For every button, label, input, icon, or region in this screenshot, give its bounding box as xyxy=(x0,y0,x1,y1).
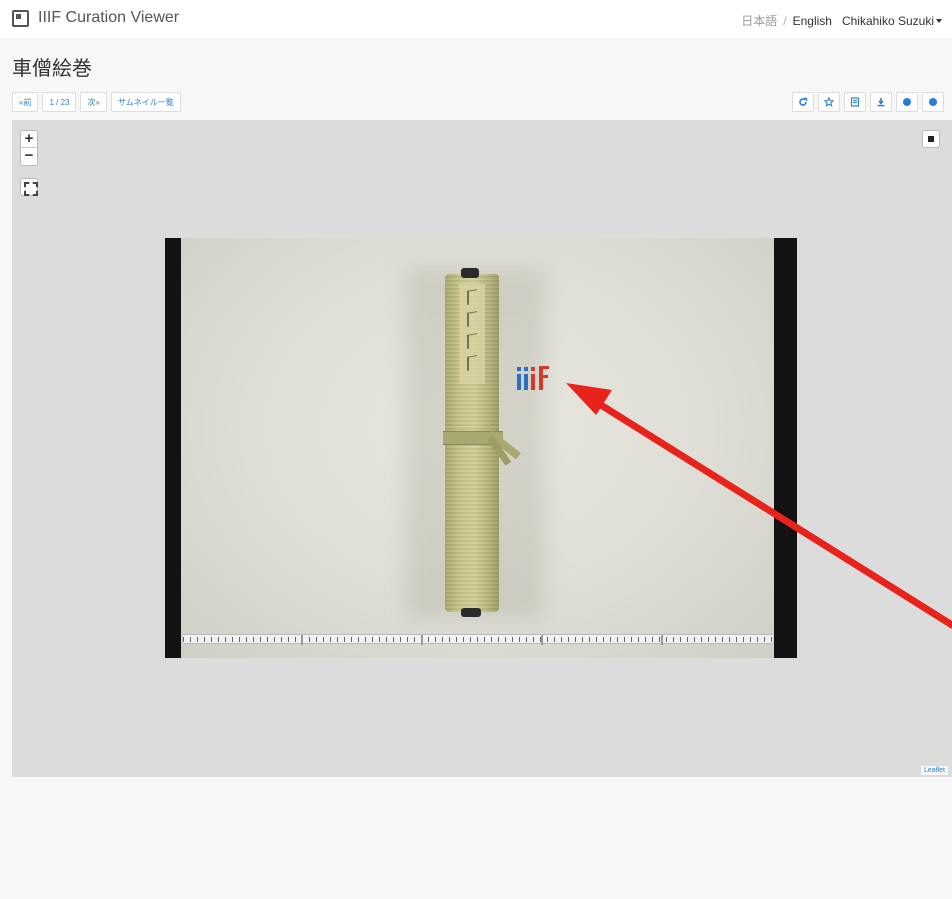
leaflet-attribution-link[interactable]: Leaflet xyxy=(920,766,948,775)
lang-english-link[interactable]: English xyxy=(793,14,832,28)
download-icon xyxy=(877,98,885,107)
measuring-ruler xyxy=(183,634,773,645)
page-title: 車僧絵巻 xyxy=(12,56,92,80)
lang-separator: / xyxy=(783,13,787,28)
stop-button[interactable] xyxy=(922,130,940,148)
list-icon xyxy=(850,97,860,107)
user-menu[interactable]: Chikahiko Suzuki xyxy=(842,14,942,28)
page-counter[interactable]: 1 / 23 xyxy=(42,92,77,112)
page-navigation: «前 1 / 23 次» サムネイル一覧 xyxy=(12,92,181,112)
image-viewer[interactable]: + − Leaflet xyxy=(12,120,952,777)
info-button[interactable] xyxy=(896,92,918,112)
star-icon xyxy=(824,97,834,107)
rotate-icon xyxy=(799,97,808,106)
info-icon xyxy=(903,98,911,106)
download-button[interactable] xyxy=(870,92,892,112)
list-button[interactable] xyxy=(844,92,866,112)
language-switcher: 日本語 / English Chikahiko Suzuki xyxy=(741,12,942,29)
zoom-out-button[interactable]: − xyxy=(21,148,37,165)
brand-link[interactable]: IIIF Curation Viewer xyxy=(12,9,179,27)
caret-down-icon xyxy=(936,19,942,24)
next-page-button[interactable]: 次» xyxy=(80,92,107,112)
scroll-title-label xyxy=(459,284,485,384)
zoom-in-button[interactable]: + xyxy=(21,131,37,148)
navbar: IIIF Curation Viewer 日本語 / English Chika… xyxy=(0,0,952,38)
viewer-tools xyxy=(792,92,944,112)
fullscreen-button[interactable] xyxy=(20,178,38,196)
scroll-rod-top xyxy=(461,268,479,278)
thumbnails-button[interactable]: サムネイル一覧 xyxy=(110,92,181,112)
zoom-control: + − xyxy=(20,130,38,166)
help-button[interactable] xyxy=(922,92,944,112)
brand-name: IIIF Curation Viewer xyxy=(38,9,180,26)
iiif-logo-icon[interactable] xyxy=(515,364,551,390)
rotate-button[interactable] xyxy=(792,92,814,112)
lang-japanese-link[interactable]: 日本語 xyxy=(741,12,777,29)
help-icon xyxy=(929,98,937,106)
scroll-rod-bottom xyxy=(461,608,481,617)
scroll-image xyxy=(165,238,797,658)
app-logo-icon xyxy=(12,9,29,27)
favorite-button[interactable] xyxy=(818,92,840,112)
user-name: Chikahiko Suzuki xyxy=(841,13,934,28)
prev-page-button[interactable]: «前 xyxy=(12,92,39,112)
